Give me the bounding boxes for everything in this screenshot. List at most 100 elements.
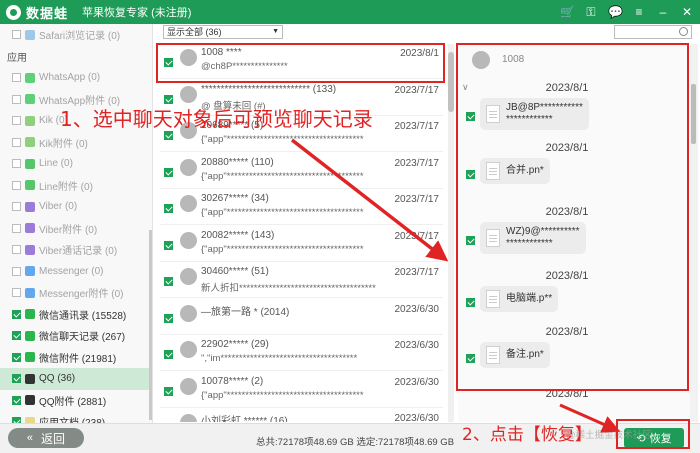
scrollbar-thumb[interactable] (448, 52, 454, 112)
checkbox[interactable] (164, 167, 173, 177)
back-button[interactable]: « 返回 (8, 428, 84, 448)
contact-avatar (180, 85, 197, 103)
checkbox[interactable] (164, 277, 173, 286)
checkbox[interactable] (12, 288, 21, 298)
window-title: 苹果恢复专家 (未注册) (82, 7, 192, 19)
conversation-row[interactable]: 22902***** (29) ","im********************… (160, 336, 443, 371)
conversation-name: 小刘彩虹 ****** (16) (201, 416, 288, 422)
checkbox[interactable] (12, 223, 21, 233)
sidebar-item-label: Messenger (0) (39, 265, 104, 277)
checkbox[interactable] (12, 116, 21, 126)
sidebar-item[interactable]: Viber附件 (0) (0, 218, 152, 240)
sidebar-item[interactable]: QQ (36) (0, 368, 152, 390)
checkbox[interactable] (164, 386, 173, 396)
checkbox[interactable] (12, 395, 21, 405)
sidebar-item[interactable]: Viber通话记录 (0) (0, 239, 152, 261)
checkbox[interactable] (12, 180, 21, 190)
contact-avatar (180, 268, 197, 285)
annotation-step1: 1、选中聊天对象后可预览聊天记录 (60, 107, 373, 131)
cart-icon[interactable]: 🛒 (560, 4, 575, 20)
sidebar-item[interactable]: Viber (0) (0, 196, 152, 218)
sidebar-item[interactable]: Kik附件 (0) (0, 132, 152, 154)
conversation-date: 2023/7/17 (394, 121, 440, 132)
sidebar-item-label: Line (0) (39, 158, 73, 170)
brand-name: 数据蛙 (26, 5, 69, 21)
app-icon (25, 115, 35, 126)
sidebar-item[interactable]: Messenger附件 (0) (0, 282, 152, 304)
sidebar-item[interactable]: 微信聊天记录 (267) (0, 325, 152, 347)
minimize-icon[interactable]: – (656, 4, 670, 20)
menu-icon[interactable]: ≡ (632, 4, 646, 20)
chat-scrollbar[interactable] (690, 44, 698, 422)
sidebar-item[interactable]: WhatsApp (0) (0, 67, 152, 89)
sidebar-item[interactable]: 微信附件 (21981) (0, 347, 152, 369)
sidebar-item[interactable]: 应用文档 (238) (0, 411, 152, 423)
sidebar-item[interactable]: Messenger (0) (0, 261, 152, 283)
close-icon[interactable]: ✕ (680, 4, 694, 20)
sidebar-item[interactable]: Line附件 (0) (0, 175, 152, 197)
chat-icon[interactable]: 💬 (608, 4, 623, 20)
conversation-preview: {"app"**********************************… (201, 134, 364, 145)
conversation-list: 1008 **** @ch8P*************** 2023/8/1 ***… (160, 44, 448, 422)
conversation-preview: ","im***********************************… (201, 353, 358, 364)
checkbox[interactable] (12, 202, 21, 212)
scrollbar-thumb[interactable] (691, 84, 696, 144)
checkbox[interactable] (12, 352, 21, 362)
sidebar-scrollbar[interactable] (149, 230, 152, 420)
checkbox[interactable] (12, 245, 21, 255)
checkbox[interactable] (12, 94, 21, 104)
frog-logo-icon (6, 4, 21, 20)
contact-avatar (180, 231, 197, 249)
checkbox[interactable] (12, 73, 21, 83)
search-input[interactable] (614, 25, 692, 39)
checkbox[interactable] (164, 240, 173, 250)
checkbox[interactable] (12, 309, 21, 319)
conversation-row[interactable]: 30460***** (51) 新人折扣*********************… (160, 263, 443, 298)
sidebar-item-label: WhatsApp (0) (39, 72, 101, 84)
sidebar-item-label: Viber (0) (39, 201, 78, 213)
conversation-preview: 新人折扣************************************… (201, 283, 376, 294)
sidebar-section-header: 应用 (0, 46, 152, 68)
conversation-row[interactable]: 20880***** (110) {"app"******************… (160, 154, 443, 189)
app-icon (25, 72, 35, 83)
category-sidebar: Safari浏览记录 (0) 应用 WhatsApp (0) WhatsApp附件 (… (0, 24, 153, 423)
checkbox[interactable] (12, 266, 21, 276)
contact-avatar (180, 195, 197, 212)
sidebar-item[interactable]: 微信通讯录 (15528) (0, 304, 152, 326)
conversation-name: **************************** (133) (201, 83, 337, 95)
conversation-row[interactable]: 10078***** (2) {"app"********************… (160, 373, 443, 408)
contact-avatar (180, 414, 197, 422)
selection-status: 总共:72178项48.69 GB 选定:72178项48.69 GB (256, 437, 455, 448)
app-icon (25, 29, 35, 40)
sidebar-item-label: Line附件 (0) (39, 181, 93, 193)
conversation-row[interactable]: 小刘彩虹 ****** (16) 2023/6/30 (160, 409, 443, 422)
sidebar-item[interactable]: Line (0) (0, 153, 152, 175)
checkbox[interactable] (164, 313, 173, 323)
sidebar-item-label: 应用 (7, 52, 27, 64)
sidebar-item-label: Viber通话记录 (0) (39, 246, 118, 258)
conversation-date: 2023/7/17 (394, 267, 440, 278)
checkbox[interactable] (12, 374, 21, 384)
conversation-preview: {"app"**********************************… (201, 389, 364, 401)
highlight-chat-preview (456, 43, 689, 391)
filter-select[interactable]: 显示全部 (36) ▼ (163, 25, 283, 39)
checkbox[interactable] (164, 131, 173, 140)
conversation-row[interactable]: 20082***** (143) {"app"******************… (160, 227, 443, 262)
conversation-row[interactable]: 30267***** (34) {"app"*******************… (160, 190, 443, 225)
checkbox[interactable] (164, 350, 173, 359)
checkbox[interactable] (12, 30, 21, 40)
conversation-date: 2023/7/17 (394, 157, 440, 169)
sidebar-item[interactable]: QQ附件 (2881) (0, 390, 152, 412)
conversation-list-scrollbar[interactable] (448, 44, 454, 422)
checkbox[interactable] (12, 159, 21, 169)
key-icon[interactable]: ⚿ (584, 4, 598, 20)
conversation-name: 22902***** (29) (201, 339, 269, 350)
search-icon[interactable] (679, 27, 688, 36)
checkbox[interactable] (12, 331, 21, 341)
checkbox[interactable] (164, 204, 173, 213)
double-chevron-left-icon: « (26, 432, 34, 444)
sidebar-item[interactable]: Safari浏览记录 (0) (0, 24, 152, 46)
conversation-date: 2023/6/30 (394, 340, 440, 351)
checkbox[interactable] (12, 137, 21, 147)
conversation-row[interactable]: —旅第一路 * (2014) 2023/6/30 (160, 300, 443, 335)
